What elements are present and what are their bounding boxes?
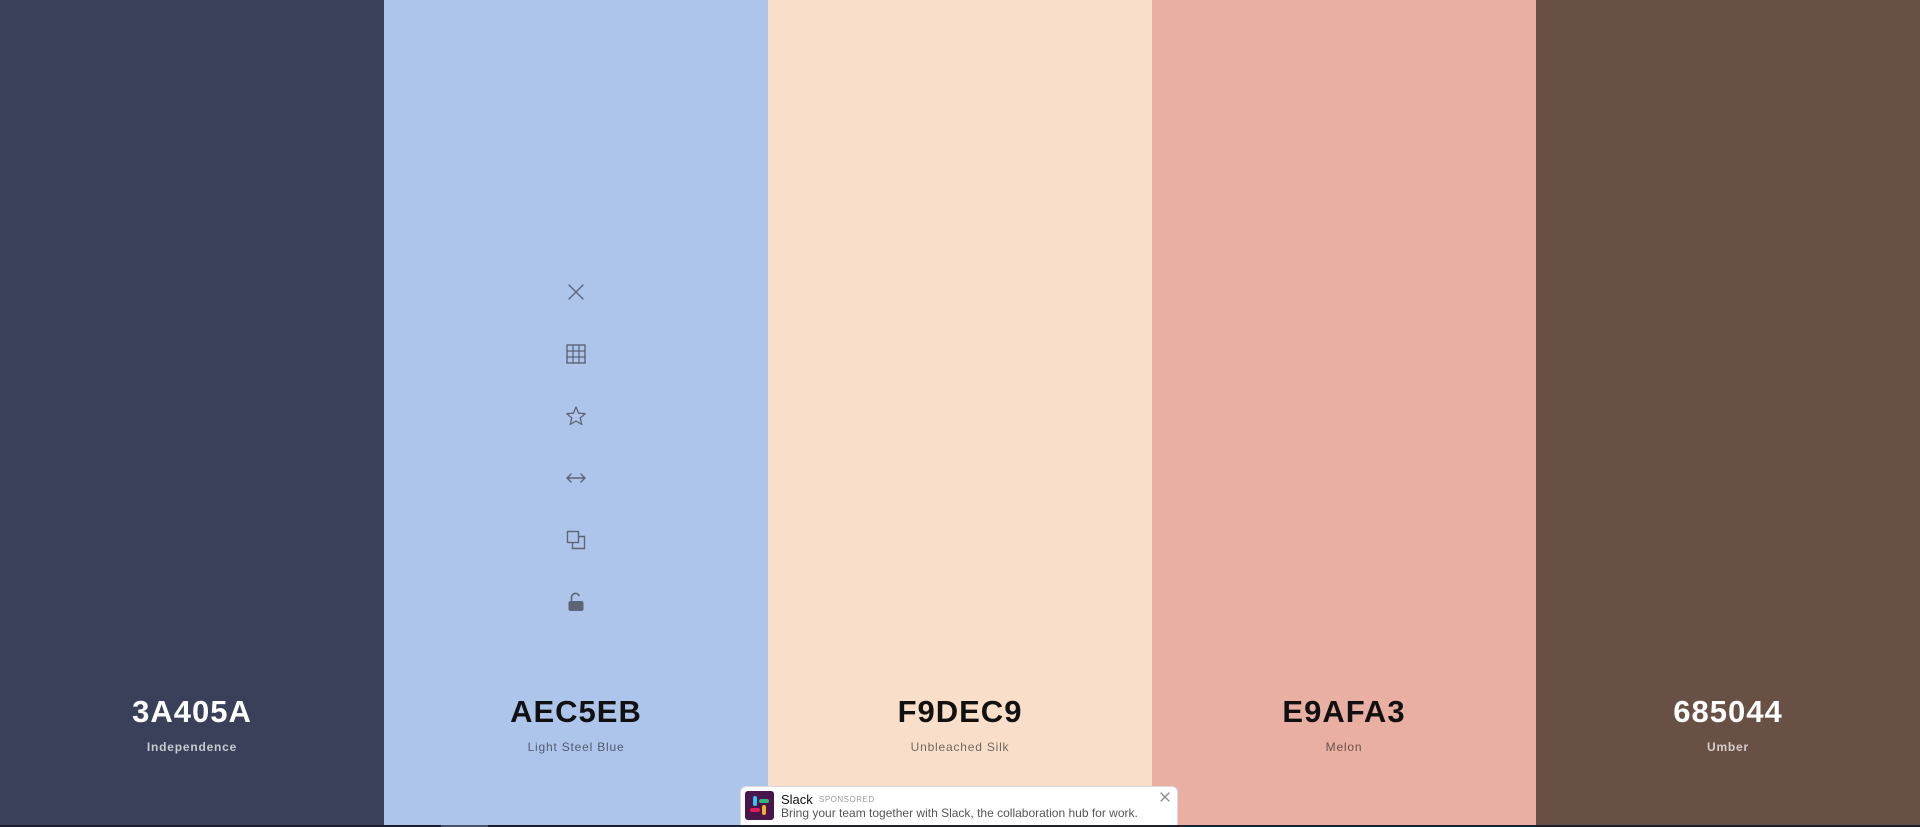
color-palette: 3A405A Independence AEC5EB Light Steel B… bbox=[0, 0, 1920, 825]
swatch-2[interactable]: AEC5EB Light Steel Blue bbox=[384, 0, 768, 825]
grid-icon bbox=[566, 344, 586, 364]
swatch-color-name: Umber bbox=[1706, 740, 1749, 754]
unlock-icon bbox=[568, 592, 584, 611]
close-icon bbox=[568, 284, 584, 300]
swatch-hex-label[interactable]: E9AFA3 bbox=[1152, 689, 1536, 735]
star-icon bbox=[566, 406, 586, 426]
close-icon bbox=[1160, 792, 1170, 802]
swatch-toolbar bbox=[384, 272, 768, 644]
view-shades-button[interactable] bbox=[556, 334, 596, 374]
swatch-hex-label[interactable]: 685044 bbox=[1536, 689, 1920, 735]
swatch-hex-label[interactable]: AEC5EB bbox=[384, 689, 768, 735]
swatch-3[interactable]: F9DEC9 Unbleached Silk bbox=[768, 0, 1152, 825]
ad-title[interactable]: Slack bbox=[781, 792, 813, 807]
save-color-button[interactable] bbox=[556, 396, 596, 436]
swatch-color-name: Light Steel Blue bbox=[527, 740, 625, 754]
drag-arrows-icon bbox=[566, 473, 586, 483]
swatch-hex-label[interactable]: 3A405A bbox=[0, 689, 384, 735]
lock-color-button[interactable] bbox=[556, 582, 596, 622]
swatch-5[interactable]: 685044 Umber bbox=[1536, 0, 1920, 825]
ad-description[interactable]: Bring your team together with Slack, the… bbox=[781, 806, 1138, 820]
ad-close-button[interactable] bbox=[1158, 790, 1172, 804]
swatch-color-name: Unbleached Silk bbox=[910, 740, 1010, 754]
sponsored-ad[interactable]: Slack SPONSORED Bring your team together… bbox=[740, 786, 1178, 826]
copy-icon bbox=[566, 530, 586, 550]
copy-hex-button[interactable] bbox=[556, 520, 596, 560]
swatch-hex-label[interactable]: F9DEC9 bbox=[768, 689, 1152, 735]
swatch-4[interactable]: E9AFA3 Melon bbox=[1152, 0, 1536, 825]
sponsored-badge: SPONSORED bbox=[819, 795, 875, 804]
remove-color-button[interactable] bbox=[556, 272, 596, 312]
swatch-color-name: Melon bbox=[1325, 740, 1363, 754]
drag-color-button[interactable] bbox=[556, 458, 596, 498]
slack-logo-icon bbox=[745, 791, 774, 820]
swatch-1[interactable]: 3A405A Independence bbox=[0, 0, 384, 825]
swatch-color-name: Independence bbox=[146, 740, 238, 754]
